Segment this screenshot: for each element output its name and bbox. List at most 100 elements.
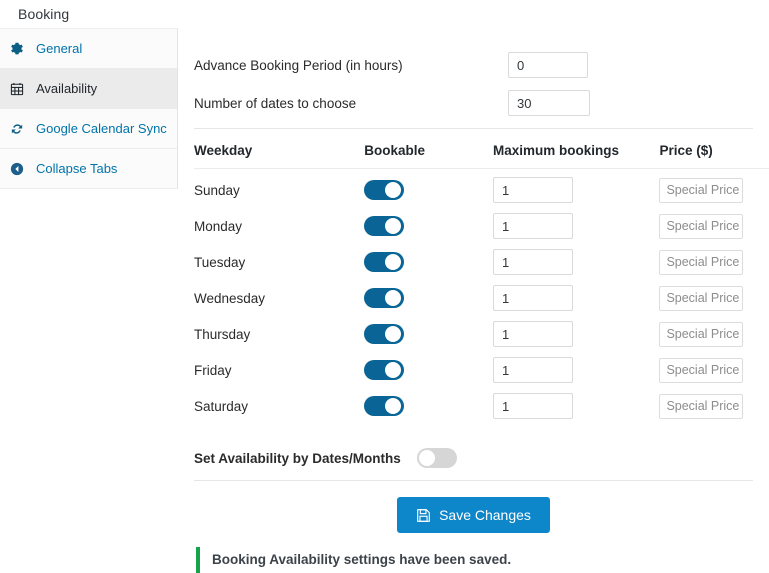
sidebar-item-label: Google Calendar Sync [36, 122, 167, 135]
bookable-toggle[interactable] [364, 396, 404, 416]
number-of-dates-row: Number of dates to choose [194, 90, 769, 116]
maximum-bookings-input[interactable] [493, 357, 573, 383]
sidebar-item-availability[interactable]: Availability [0, 69, 177, 109]
special-price-button[interactable]: Special Price [659, 394, 743, 419]
success-notice: Booking Availability settings have been … [196, 547, 753, 573]
sidebar-item-collapse-tabs[interactable]: Collapse Tabs [0, 149, 177, 189]
column-header-price: Price ($) [659, 139, 769, 169]
sidebar-item-label: Availability [36, 82, 97, 95]
divider-top [194, 128, 753, 129]
toggle-knob [385, 182, 401, 198]
column-header-bookable: Bookable [364, 139, 493, 169]
maximum-bookings-cell [493, 352, 659, 388]
set-availability-by-dates-label: Set Availability by Dates/Months [194, 451, 401, 466]
toggle-knob [385, 326, 401, 342]
price-cell: Special Price [659, 208, 769, 244]
table-row: Sunday Special Price [194, 169, 769, 209]
weekday-name: Wednesday [194, 280, 364, 316]
toggle-knob [419, 450, 435, 466]
special-price-button[interactable]: Special Price [659, 322, 743, 347]
price-cell: Special Price [659, 352, 769, 388]
price-cell: Special Price [659, 280, 769, 316]
maximum-bookings-input[interactable] [493, 213, 573, 239]
page-title: Booking [18, 6, 69, 22]
success-notice-text: Booking Availability settings have been … [212, 552, 511, 567]
weekday-name: Tuesday [194, 244, 364, 280]
number-of-dates-label: Number of dates to choose [194, 96, 508, 111]
bookable-toggle[interactable] [364, 360, 404, 380]
table-row: Saturday Special Price [194, 388, 769, 424]
booking-settings-page: Booking General [0, 0, 769, 553]
sidebar-item-label: Collapse Tabs [36, 162, 117, 175]
number-of-dates-input[interactable] [508, 90, 590, 116]
maximum-bookings-cell [493, 388, 659, 424]
special-price-button[interactable]: Special Price [659, 286, 743, 311]
special-price-button[interactable]: Special Price [659, 178, 743, 203]
calendar-icon [10, 82, 30, 96]
maximum-bookings-input[interactable] [493, 393, 573, 419]
toggle-knob [385, 362, 401, 378]
maximum-bookings-input[interactable] [493, 285, 573, 311]
special-price-button[interactable]: Special Price [659, 250, 743, 275]
weekday-name: Friday [194, 352, 364, 388]
maximum-bookings-cell [493, 316, 659, 352]
page-header: Booking [0, 0, 769, 28]
sync-icon [10, 122, 30, 136]
bookable-toggle[interactable] [364, 324, 404, 344]
price-cell: Special Price [659, 388, 769, 424]
column-header-weekday: Weekday [194, 139, 364, 169]
maximum-bookings-input[interactable] [493, 249, 573, 275]
body-split: General Availability [0, 28, 769, 573]
sidebar-item-general[interactable]: General [0, 29, 177, 69]
price-cell: Special Price [659, 244, 769, 280]
collapse-left-icon [10, 162, 30, 176]
toggle-knob [385, 290, 401, 306]
bookable-toggle[interactable] [364, 288, 404, 308]
sidebar-item-google-calendar-sync[interactable]: Google Calendar Sync [0, 109, 177, 149]
bookable-toggle[interactable] [364, 216, 404, 236]
toggle-knob [385, 254, 401, 270]
bookable-cell [364, 244, 493, 280]
set-availability-by-dates-row: Set Availability by Dates/Months [194, 448, 769, 468]
price-cell: Special Price [659, 316, 769, 352]
weekday-name: Monday [194, 208, 364, 244]
bookable-cell [364, 316, 493, 352]
table-row: Monday Special Price [194, 208, 769, 244]
table-header-row: Weekday Bookable Maximum bookings Price … [194, 139, 769, 169]
settings-sidebar: General Availability [0, 28, 178, 189]
advance-booking-period-label: Advance Booking Period (in hours) [194, 58, 508, 73]
weekday-name: Thursday [194, 316, 364, 352]
set-availability-by-dates-toggle[interactable] [417, 448, 457, 468]
table-row: Thursday Special Price [194, 316, 769, 352]
bookable-cell [364, 280, 493, 316]
column-header-maximum-bookings: Maximum bookings [493, 139, 659, 169]
table-body: SundaySpecial PriceMondaySpecial PriceTu… [194, 169, 769, 425]
table-row: Friday Special Price [194, 352, 769, 388]
price-cell: Special Price [659, 169, 769, 209]
maximum-bookings-cell [493, 280, 659, 316]
table-row: Wednesday Special Price [194, 280, 769, 316]
toggle-knob [385, 218, 401, 234]
weekday-name: Sunday [194, 169, 364, 209]
maximum-bookings-input[interactable] [493, 177, 573, 203]
maximum-bookings-cell [493, 244, 659, 280]
advance-booking-period-input[interactable] [508, 52, 588, 78]
settings-content: Advance Booking Period (in hours) Number… [178, 28, 769, 573]
maximum-bookings-input[interactable] [493, 321, 573, 347]
bookable-toggle[interactable] [364, 252, 404, 272]
save-changes-button[interactable]: Save Changes [397, 497, 550, 533]
weekday-name: Saturday [194, 388, 364, 424]
bookable-toggle[interactable] [364, 180, 404, 200]
maximum-bookings-cell [493, 169, 659, 209]
advance-booking-period-row: Advance Booking Period (in hours) [194, 52, 769, 78]
bookable-cell [364, 352, 493, 388]
special-price-button[interactable]: Special Price [659, 214, 743, 239]
bookable-cell [364, 208, 493, 244]
gear-icon [10, 42, 30, 56]
table-row: Tuesday Special Price [194, 244, 769, 280]
special-price-button[interactable]: Special Price [659, 358, 743, 383]
save-changes-label: Save Changes [439, 507, 531, 523]
weekday-availability-table: Weekday Bookable Maximum bookings Price … [194, 139, 769, 424]
sidebar-item-label: General [36, 42, 82, 55]
save-area: Save Changes [194, 481, 769, 533]
